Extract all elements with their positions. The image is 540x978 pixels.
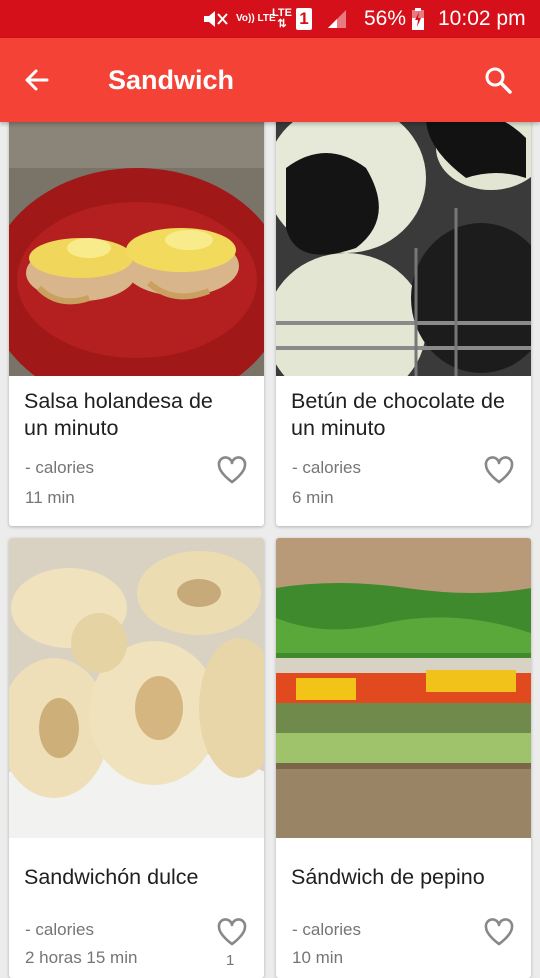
favorite-count: 1 — [226, 952, 235, 969]
heart-outline-icon — [484, 456, 514, 484]
recipe-photo — [9, 108, 264, 376]
recipe-card[interactable]: Sándwich de pepino - calories 10 min — [276, 538, 531, 978]
app-bar: Sandwich — [0, 38, 540, 122]
lte-indicator: LTE ⇅ — [272, 0, 292, 38]
recipe-time: 10 min — [292, 948, 344, 967]
clock: 10:02 pm — [438, 7, 526, 30]
recipe-photo — [276, 108, 531, 376]
recipe-title: Salsa holandesa de un minuto — [24, 389, 213, 440]
recipe-calories: - calories — [292, 920, 361, 939]
recipe-time: 2 horas 15 min — [25, 948, 138, 967]
data-arrows-icon: ⇅ — [277, 18, 287, 30]
heart-outline-icon — [217, 456, 247, 484]
mute-icon — [200, 0, 230, 38]
volte-indicator: Vo)) LTE — [236, 13, 276, 24]
search-icon — [485, 67, 512, 94]
favorite-button[interactable] — [481, 453, 517, 487]
recipe-time: 11 min — [25, 488, 75, 507]
recipe-title: Sándwich de pepino — [291, 865, 485, 889]
favorite-button[interactable] — [214, 915, 250, 949]
sim-slot-badge: 1 — [296, 0, 312, 38]
heart-outline-icon — [217, 918, 247, 946]
recipe-calories: - calories — [25, 458, 94, 477]
recipe-calories: - calories — [25, 920, 94, 939]
signal-icon — [326, 0, 348, 38]
recipe-card[interactable]: Betún de chocolate de un minuto - calori… — [276, 108, 531, 526]
favorite-button[interactable] — [481, 915, 517, 949]
recipe-photo — [276, 538, 531, 838]
recipe-title: Sandwichón dulce — [24, 865, 199, 889]
heart-outline-icon — [484, 918, 514, 946]
recipe-card[interactable]: Salsa holandesa de un minuto - calories … — [9, 108, 264, 526]
search-button[interactable] — [476, 58, 520, 102]
page-title: Sandwich — [108, 65, 235, 95]
status-bar: Vo)) LTE LTE ⇅ 1 56% 10:02 pm — [0, 0, 540, 38]
recipe-calories: - calories — [292, 458, 361, 477]
battery-percent: 56% — [364, 7, 407, 30]
recipe-time: 6 min — [292, 488, 334, 507]
sim-slot-number: 1 — [296, 8, 312, 30]
recipe-card[interactable]: Sandwichón dulce - calories 2 horas 15 m… — [9, 538, 264, 978]
recipe-title: Betún de chocolate de un minuto — [291, 389, 505, 440]
favorite-button[interactable] — [214, 453, 250, 487]
back-button[interactable] — [14, 58, 58, 102]
back-arrow-icon — [25, 69, 49, 91]
battery-charging-icon — [411, 0, 425, 38]
recipe-photo — [9, 538, 264, 838]
